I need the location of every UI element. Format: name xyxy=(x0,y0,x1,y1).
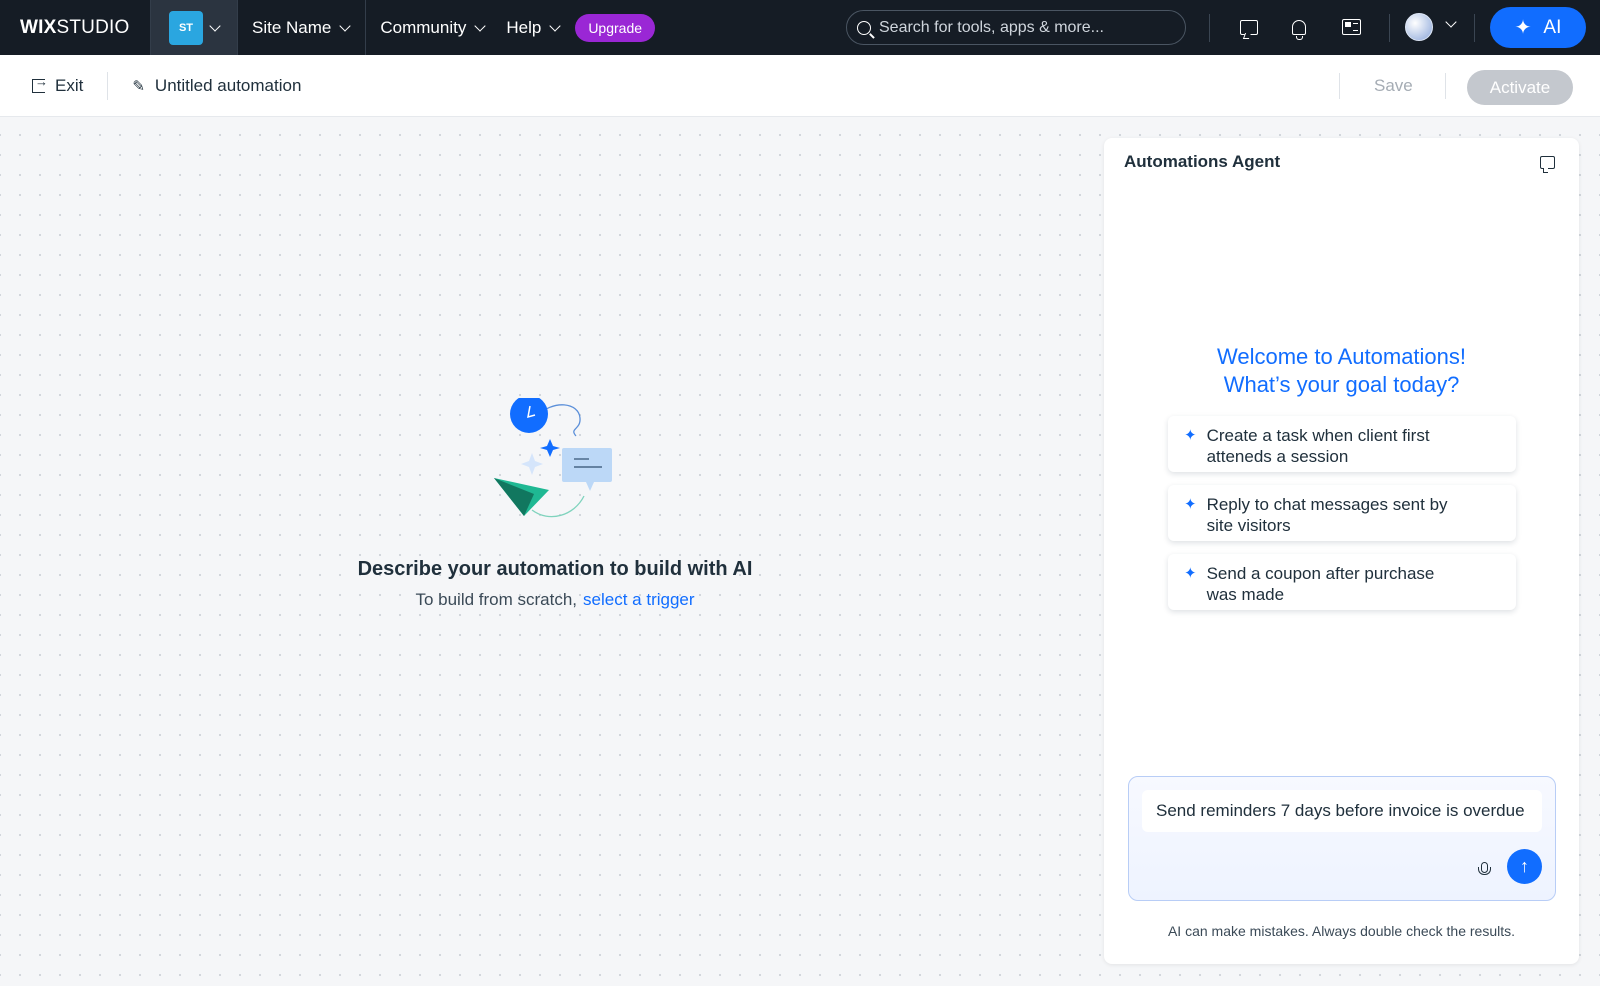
divider xyxy=(1339,73,1340,99)
microphone-button[interactable] xyxy=(1475,857,1493,877)
suggestion-chip[interactable]: ✦ Create a task when client first attene… xyxy=(1168,416,1516,472)
chevron-down-icon xyxy=(474,19,487,32)
site-initials-badge: ST xyxy=(169,10,203,45)
notifications-button[interactable] xyxy=(1287,15,1311,40)
avatar[interactable] xyxy=(1405,13,1433,41)
exit-icon xyxy=(32,74,48,93)
prompt-composer: Send reminders 7 days before invoice is … xyxy=(1128,776,1556,901)
help-menu[interactable]: Help xyxy=(492,0,567,55)
messages-button[interactable] xyxy=(1237,15,1261,39)
automations-agent-panel: Automations Agent Welcome to Automations… xyxy=(1104,138,1579,964)
panel-title: Automations Agent xyxy=(1124,152,1281,171)
sparkle-icon: ✦ xyxy=(1514,16,1532,39)
empty-state-heading: Describe your automation to build with A… xyxy=(357,558,753,580)
arrow-up-icon: ↑ xyxy=(1520,856,1529,876)
ai-disclaimer: AI can make mistakes. Always double chec… xyxy=(1167,923,1516,939)
activate-button[interactable]: Activate xyxy=(1467,70,1573,105)
divider xyxy=(1389,14,1390,42)
community-label: Community xyxy=(380,17,467,37)
select-trigger-link[interactable]: select a trigger xyxy=(583,590,695,609)
search-input[interactable]: Search for tools, apps & more... xyxy=(846,10,1186,45)
exit-button[interactable]: Exit xyxy=(32,74,84,96)
ai-button[interactable]: ✦ AI xyxy=(1490,7,1586,48)
microphone-icon xyxy=(1477,861,1491,875)
automation-title[interactable]: ✎ Untitled automation xyxy=(132,76,301,96)
chevron-down-icon xyxy=(209,19,221,32)
chevron-down-icon xyxy=(339,19,352,32)
welcome-message: Welcome to Automations! What’s your goal… xyxy=(1216,344,1467,397)
chat-icon xyxy=(1240,19,1258,35)
wix-studio-logo[interactable]: WIX STUDIO xyxy=(0,0,150,55)
site-name-menu[interactable]: Site Name xyxy=(238,0,367,55)
automation-toolbar: Exit ✎ Untitled automation xyxy=(0,55,1600,117)
search-placeholder: Search for tools, apps & more... xyxy=(879,18,1104,36)
chat-history-icon[interactable] xyxy=(1540,156,1555,173)
automation-illustration-icon xyxy=(494,398,612,518)
chevron-down-icon[interactable] xyxy=(1445,16,1457,28)
sparkle-icon: ✦ xyxy=(1184,565,1197,582)
divider xyxy=(1474,14,1475,42)
top-bar: WIX STUDIO ST Site Name Community Help Up… xyxy=(0,0,1600,55)
community-menu[interactable]: Community xyxy=(366,0,492,55)
bell-icon xyxy=(1292,19,1306,40)
divider xyxy=(1209,14,1210,42)
empty-state-prefix: To build from scratch, xyxy=(415,590,578,609)
pencil-icon: ✎ xyxy=(132,77,145,95)
ai-label: AI xyxy=(1543,16,1562,38)
suggestion-chip[interactable]: ✦ Send a coupon after purchase was made xyxy=(1168,554,1516,610)
sparkle-icon: ✦ xyxy=(1184,427,1197,444)
suggestion-chip[interactable]: ✦ Reply to chat messages sent by site vi… xyxy=(1168,485,1516,541)
empty-state-subtext: To build from scratch, select a trigger xyxy=(330,590,780,610)
help-label: Help xyxy=(506,17,542,37)
sparkle-icon: ✦ xyxy=(1184,496,1197,513)
upgrade-button[interactable]: Upgrade xyxy=(575,13,656,42)
exit-label: Exit xyxy=(55,75,84,95)
site-name-label: Site Name xyxy=(252,17,332,37)
send-button[interactable]: ↑ xyxy=(1507,849,1542,884)
prompt-input[interactable]: Send reminders 7 days before invoice is … xyxy=(1142,790,1542,832)
divider xyxy=(1445,73,1446,99)
divider xyxy=(107,71,109,100)
automation-title-label: Untitled automation xyxy=(154,75,302,95)
chevron-down-icon xyxy=(549,19,561,32)
search-icon xyxy=(857,20,871,35)
save-button[interactable]: Save xyxy=(1374,76,1413,96)
updates-button[interactable] xyxy=(1339,15,1363,39)
newspaper-icon xyxy=(1341,19,1361,35)
site-switcher[interactable]: ST xyxy=(150,0,238,55)
